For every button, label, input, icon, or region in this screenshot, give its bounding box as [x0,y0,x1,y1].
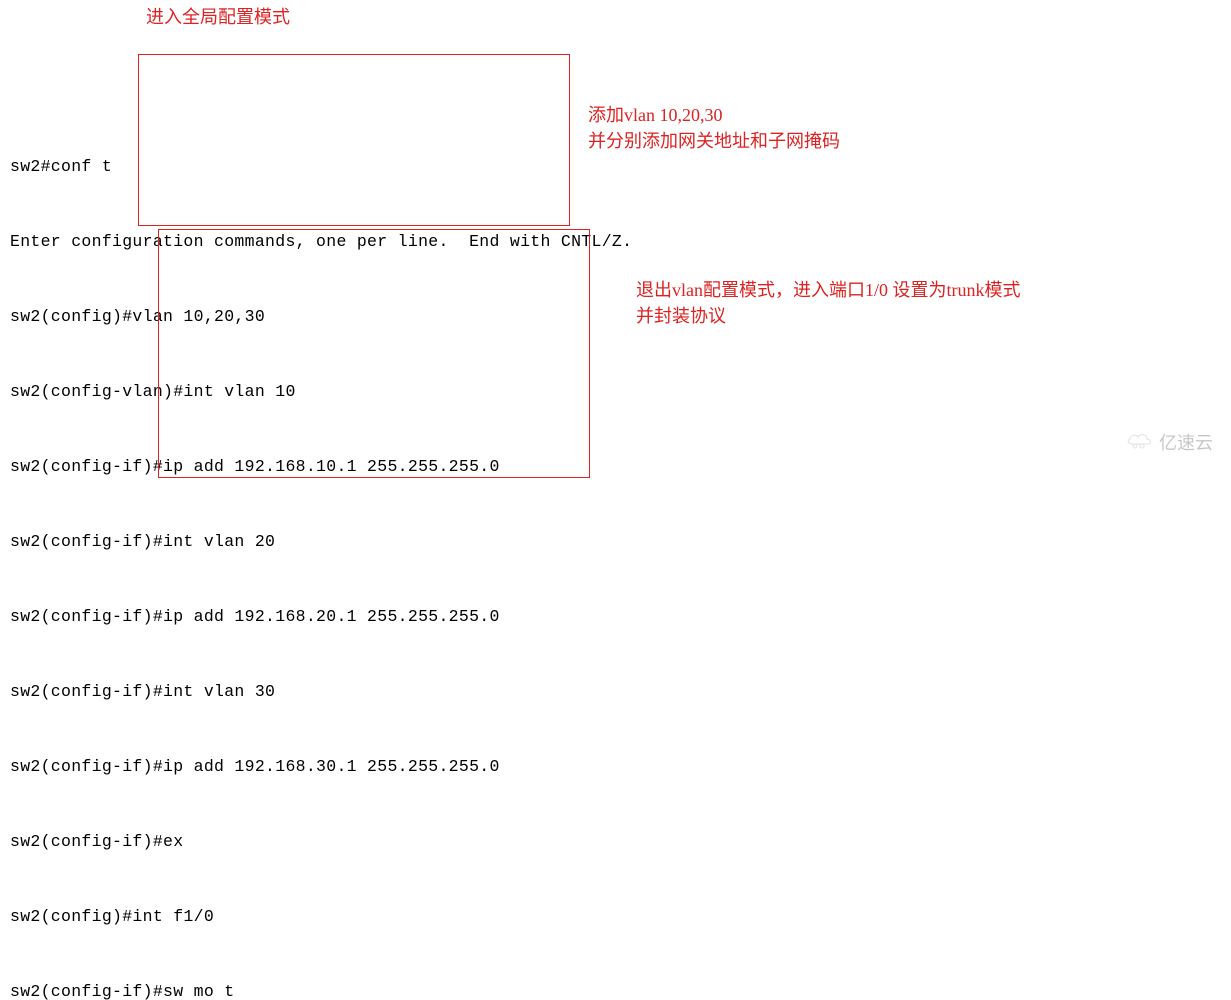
annotation-trunk-l1: 退出vlan配置模式，进入端口1/0 设置为trunk模式 [636,278,1021,303]
terminal-line: sw2#conf t [10,154,1221,179]
watermark: 亿速云 [1105,405,1213,482]
annotation-trunk-l2: 并封装协议 [636,304,726,329]
annotation-vlan-add-l2: 并分别添加网关地址和子网掩码 [588,129,840,154]
annotation-vlan-add-l1: 添加vlan 10,20,30 [588,103,723,128]
cloud-icon [1105,405,1155,482]
terminal-line: sw2(config-if)#ex [10,829,1221,854]
terminal-line: sw2(config-vlan)#int vlan 10 [10,379,1221,404]
terminal-line: sw2(config-if)#ip add 192.168.30.1 255.2… [10,754,1221,779]
terminal-line: Enter configuration commands, one per li… [10,229,1221,254]
annotation-global-config: 进入全局配置模式 [146,5,290,30]
terminal-output: sw2#conf t Enter configuration commands,… [10,104,1221,1000]
terminal-line: sw2(config-if)#int vlan 20 [10,529,1221,554]
terminal-line: sw2(config-if)#int vlan 30 [10,679,1221,704]
terminal-line: sw2(config)#int f1/0 [10,904,1221,929]
terminal-line: sw2(config-if)#ip add 192.168.10.1 255.2… [10,454,1221,479]
terminal-line: sw2(config-if)#sw mo t [10,979,1221,1000]
watermark-text: 亿速云 [1159,431,1213,456]
terminal-line: sw2(config-if)#ip add 192.168.20.1 255.2… [10,604,1221,629]
terminal-line: sw2(config)#vlan 10,20,30 [10,304,1221,329]
